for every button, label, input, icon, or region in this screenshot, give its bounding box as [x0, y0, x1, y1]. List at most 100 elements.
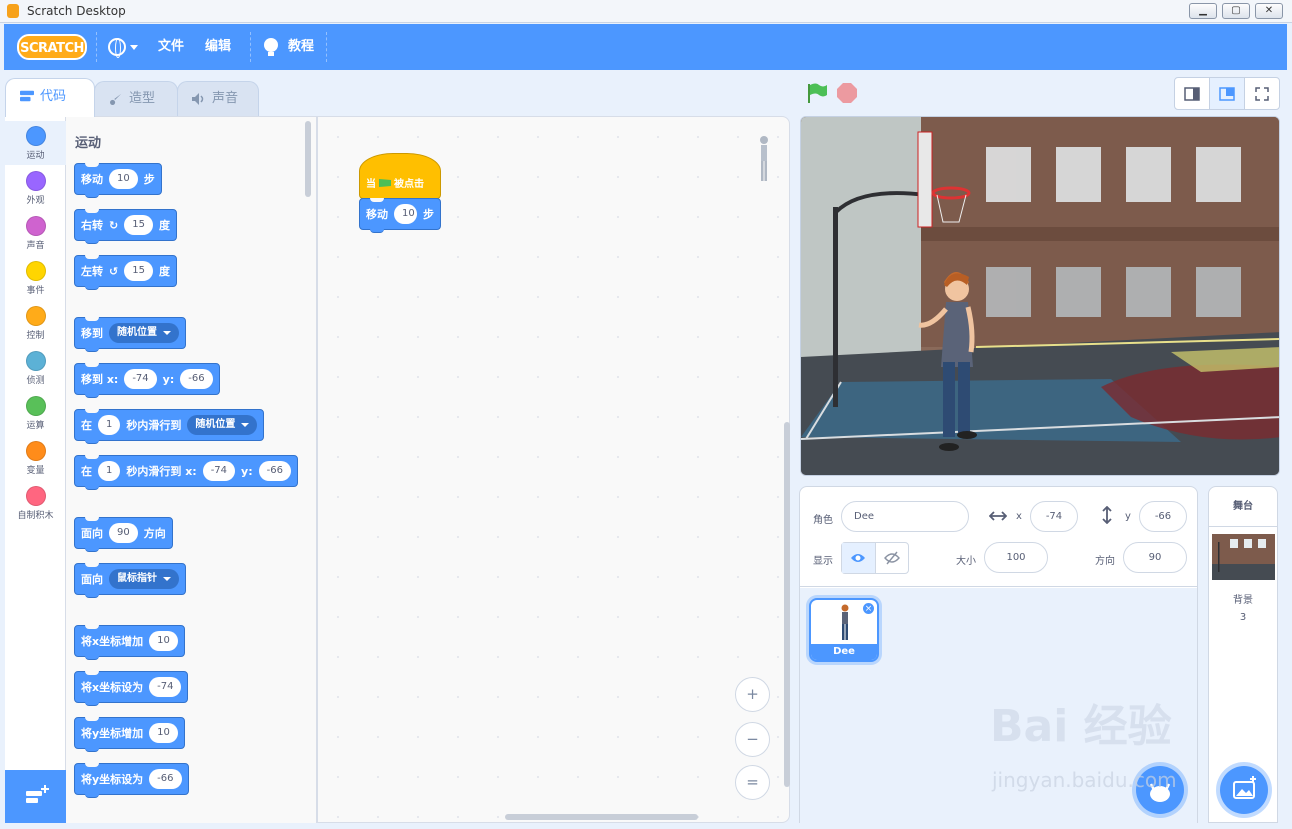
block-input[interactable]: 90: [109, 523, 138, 543]
block-set-x[interactable]: 将x坐标设为 -74: [74, 671, 189, 706]
choose-sprite-button[interactable]: [1136, 766, 1184, 814]
delete-sprite-button[interactable]: ×: [862, 602, 875, 615]
stop-button[interactable]: [837, 83, 857, 103]
block-point-towards[interactable]: 面向 鼠标指针: [74, 563, 186, 598]
block-point-direction[interactable]: 面向 90 方向: [74, 517, 173, 552]
green-flag-button[interactable]: [806, 82, 828, 104]
category-sound[interactable]: 声音: [5, 211, 66, 255]
block-glide[interactable]: 在 1 秒内滑行到 随机位置: [74, 409, 265, 444]
tab-code[interactable]: 代码: [5, 78, 95, 117]
block-input[interactable]: 15: [124, 215, 153, 235]
block-input[interactable]: -74: [124, 369, 157, 389]
block-input[interactable]: 10: [109, 169, 138, 189]
block-dropdown[interactable]: 鼠标指针: [109, 569, 179, 589]
file-menu[interactable]: 文件: [158, 24, 184, 70]
add-extension-button[interactable]: [5, 770, 66, 823]
dee-sprite-thumbnail: [841, 604, 849, 640]
script-workspace[interactable]: 当 被点击 移动 10 步 + − =: [317, 116, 790, 823]
block-input[interactable]: -66: [149, 769, 182, 789]
workspace-vertical-scrollbar[interactable]: [784, 422, 790, 787]
block-move-steps[interactable]: 移动 10 步: [74, 163, 162, 198]
choose-backdrop-button[interactable]: [1220, 766, 1268, 814]
script-move-block[interactable]: 移动 10 步: [359, 198, 441, 233]
when-flag-clicked-block[interactable]: 当 被点击: [359, 153, 441, 199]
sprite-tile-dee[interactable]: × Dee: [809, 598, 879, 662]
fullscreen-button[interactable]: [1245, 78, 1279, 109]
workspace-horizontal-scrollbar[interactable]: [505, 814, 698, 820]
category-control[interactable]: 控制: [5, 301, 66, 345]
block-text: 度: [158, 265, 170, 278]
x-position-input[interactable]: -74: [1030, 501, 1078, 532]
block-input[interactable]: 10: [149, 723, 178, 743]
y-position-input[interactable]: -66: [1139, 501, 1187, 532]
large-stage-button[interactable]: [1210, 78, 1245, 109]
block-change-x[interactable]: 将x坐标增加 10: [74, 625, 185, 660]
block-text: 将x坐标设为: [81, 681, 144, 694]
category-events[interactable]: 事件: [5, 256, 66, 300]
direction-input[interactable]: 90: [1123, 542, 1187, 573]
menu-divider: [326, 32, 327, 62]
zoom-out-button[interactable]: −: [735, 722, 770, 757]
block-text: 步: [423, 208, 434, 221]
menu-divider: [96, 32, 97, 62]
speaker-icon: [192, 93, 204, 105]
block-goto[interactable]: 移到 随机位置: [74, 317, 186, 352]
zoom-reset-icon: =: [746, 773, 759, 791]
hide-sprite-button[interactable]: [876, 543, 909, 573]
category-sensing[interactable]: 侦测: [5, 346, 66, 390]
category-label: 变量: [26, 466, 45, 476]
minimize-button[interactable]: ▁: [1189, 3, 1217, 19]
stage-canvas[interactable]: [800, 116, 1280, 476]
category-looks[interactable]: 外观: [5, 166, 66, 210]
block-turn-left[interactable]: 左转 ↺ 15 度: [74, 255, 177, 290]
block-input[interactable]: -66: [180, 369, 213, 389]
tab-sounds-label: 声音: [212, 91, 239, 106]
palette-scrollbar[interactable]: [305, 121, 311, 197]
stage-panel-title: 舞台: [1209, 487, 1277, 527]
direction-label: 方向: [1095, 556, 1115, 567]
code-blocks-icon: [20, 90, 34, 102]
small-stage-button[interactable]: [1175, 78, 1210, 109]
tab-sounds[interactable]: 声音: [177, 81, 259, 117]
sprite-properties: 角色 Dee x -74 y -66 显示 大小 100 方向 90: [800, 487, 1197, 587]
category-my-blocks[interactable]: 自制积木: [5, 481, 66, 525]
block-glide-xy[interactable]: 在 1 秒内滑行到 x: -74 y: -66: [74, 455, 298, 490]
category-motion[interactable]: 运动: [5, 121, 66, 165]
size-input[interactable]: 100: [984, 542, 1048, 573]
edit-menu[interactable]: 编辑: [205, 24, 231, 70]
sprite-ghost-thumbnail: [760, 136, 768, 181]
block-input[interactable]: -74: [202, 461, 236, 481]
backdrops-label: 背景: [1233, 595, 1253, 606]
globe-icon: [108, 38, 126, 58]
large-stage-icon: [1219, 86, 1235, 101]
sprite-name-input[interactable]: Dee: [841, 501, 969, 532]
category-variables[interactable]: 变量: [5, 436, 66, 480]
zoom-in-button[interactable]: +: [735, 677, 770, 712]
tab-costumes[interactable]: 造型: [94, 81, 178, 117]
block-input[interactable]: 15: [124, 261, 153, 281]
close-button[interactable]: ✕: [1255, 3, 1283, 19]
block-input[interactable]: -66: [258, 461, 291, 481]
visibility-toggle: [841, 542, 909, 574]
block-turn-right[interactable]: 右转 ↻ 15 度: [74, 209, 177, 244]
zoom-reset-button[interactable]: =: [735, 765, 770, 800]
block-text: y:: [241, 464, 253, 478]
block-dropdown[interactable]: 随机位置: [187, 415, 258, 435]
block-input[interactable]: 1: [98, 415, 121, 435]
block-input[interactable]: -74: [149, 677, 182, 697]
maximize-button[interactable]: ▢: [1222, 3, 1250, 19]
block-input[interactable]: 1: [98, 461, 121, 481]
block-input[interactable]: 10: [394, 204, 417, 224]
looks-dot-icon: [25, 171, 46, 191]
block-change-y[interactable]: 将y坐标增加 10: [74, 717, 185, 752]
category-operators[interactable]: 运算: [5, 391, 66, 435]
block-dropdown[interactable]: 随机位置: [109, 323, 179, 343]
scratch-logo[interactable]: SCRATCH: [17, 34, 87, 60]
block-text: 移动: [81, 173, 103, 186]
block-goto-xy[interactable]: 移到 x: -74 y: -66: [74, 363, 220, 398]
block-set-y[interactable]: 将y坐标设为 -66: [74, 763, 189, 798]
block-input[interactable]: 10: [149, 631, 178, 651]
lightbulb-icon: [264, 38, 278, 56]
show-sprite-button[interactable]: [842, 543, 876, 573]
sprite-tile-name: Dee: [811, 644, 877, 660]
